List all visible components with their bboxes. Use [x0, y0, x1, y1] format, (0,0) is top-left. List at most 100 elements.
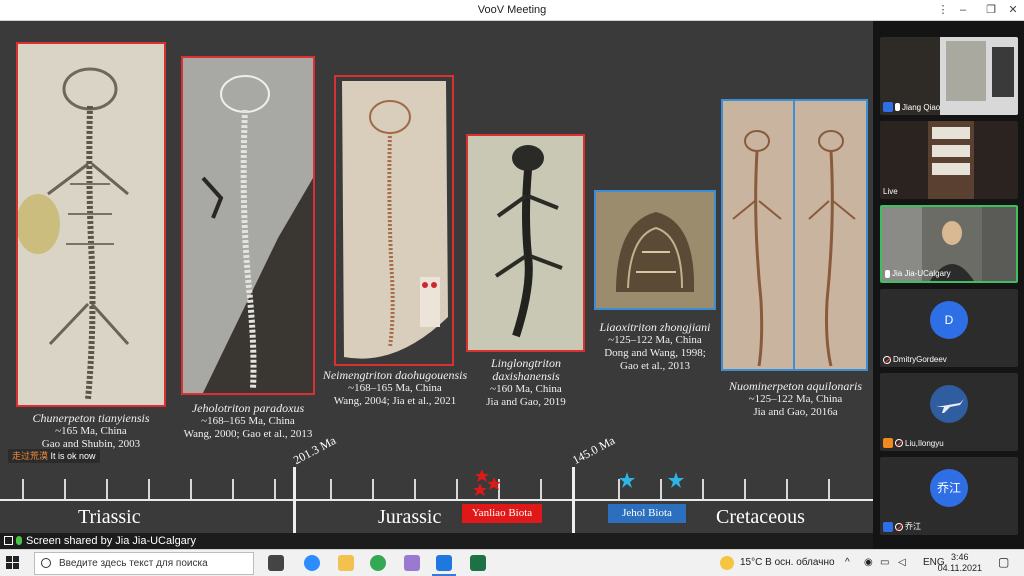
live-subtitle: 走过荒漠 It is ok now: [8, 449, 100, 463]
pin-icon[interactable]: ⋮: [934, 2, 952, 18]
participant-tile-jia-jia[interactable]: Jia Jia-UCalgary: [880, 205, 1018, 283]
timeline-tick: [786, 479, 788, 499]
participant-tile-live[interactable]: Live: [880, 121, 1018, 199]
fossil-5-ref2: Gao et al., 2013: [620, 360, 690, 372]
subtitle-text: It is ok now: [50, 451, 96, 461]
timeline-tick: [414, 479, 416, 499]
participant-name: Jiang Qiao: [902, 102, 941, 112]
minimize-icon[interactable]: –: [954, 2, 972, 18]
close-icon[interactable]: ✕: [1004, 2, 1022, 18]
timeline-tick: [148, 479, 150, 499]
paint-icon[interactable]: [404, 555, 420, 571]
timeline-tick: [744, 479, 746, 499]
airplane-icon: [936, 399, 964, 413]
jehol-biota-label: Jehol Biota: [608, 504, 686, 523]
fossil-image-jeholotriton: [181, 56, 315, 395]
fossil-6-age: ~125–122 Ma, China: [748, 393, 843, 405]
subtitle-speaker: 走过荒漠: [12, 451, 49, 461]
window-title: VooV Meeting: [477, 4, 547, 16]
mic-muted-icon: [895, 522, 903, 531]
search-placeholder: Введите здесь текст для поиска: [59, 558, 208, 569]
taskbar-clock[interactable]: 3:46 04.11.2021: [938, 552, 982, 574]
timeline-tick: [540, 479, 542, 499]
maximize-icon[interactable]: ❐: [982, 2, 1000, 18]
tray-chevron-icon[interactable]: ^: [845, 557, 850, 568]
timeline-tick: [372, 479, 374, 499]
fossil-2-age: ~168–165 Ma, China: [201, 415, 295, 427]
notifications-icon[interactable]: ▢: [998, 555, 1009, 569]
chrome-icon[interactable]: [370, 555, 386, 571]
timeline-tick: [64, 479, 66, 499]
period-cretaceous: Cretaceous: [716, 506, 805, 528]
zoom-icon[interactable]: [304, 555, 320, 571]
fossil-6-ref: Jia and Gao, 2016a: [753, 406, 838, 418]
timeline-tick: [456, 479, 458, 499]
yanliao-biota-label: Yanliao Biota: [462, 504, 542, 523]
fossil-2-species: Jeholotriton paradoxus: [191, 401, 305, 415]
fossil-image-nuominerpeton: [721, 99, 868, 371]
taskbar-search[interactable]: Введите здесь текст для поиска: [34, 552, 254, 575]
fossil-5-age: ~125–122 Ma, China: [608, 334, 702, 346]
mic-icon: [16, 536, 22, 545]
fossil-image-liaoxitriton: [594, 190, 716, 310]
fossil-6-species: Nuominerpeton aquilonaris: [728, 379, 862, 393]
tray-app-icon[interactable]: ◉: [864, 557, 873, 568]
boundary-jurassic-cretaceous: [572, 467, 575, 533]
user-icon: [883, 438, 893, 448]
share-status-text: Screen shared by Jia Jia-UCalgary: [26, 535, 196, 547]
fossil-3-species: Neimengtriton daohugouensis: [322, 368, 468, 382]
video-feed: [928, 121, 974, 199]
participant-tile-jiang-qiao[interactable]: Jiang Qiao: [880, 37, 1018, 115]
user-icon: [883, 521, 893, 532]
fossil-image-chunerpeton: [16, 42, 166, 407]
fossil-3-ref: Wang, 2004; Jia et al., 2021: [333, 395, 457, 407]
timeline-tick: [22, 479, 24, 499]
boundary-label-2: 145.0 Ma: [569, 433, 618, 468]
timeline-axis: [0, 499, 873, 501]
participant-name: Live: [883, 187, 898, 196]
participant-avatar: D: [930, 301, 968, 339]
fossil-image-neimengtriton: [334, 75, 454, 366]
clock-date: 04.11.2021: [937, 563, 982, 573]
weather-icon[interactable]: [720, 556, 734, 570]
mic-icon: [895, 103, 900, 111]
excel-icon[interactable]: [470, 555, 486, 571]
participant-tile-liu[interactable]: Liu,Ilongyu: [880, 373, 1018, 451]
participant-name: Jia Jia-UCalgary: [892, 269, 951, 278]
start-button[interactable]: [6, 556, 20, 570]
fossil-image-linglongtriton: [466, 134, 585, 352]
fossil-3-age: ~168–165 Ma, China: [348, 382, 442, 394]
screen-share-status: Screen shared by Jia Jia-UCalgary: [0, 533, 873, 549]
yanliao-star-markers: [473, 469, 501, 496]
participant-tile-dmitry[interactable]: D DmitryGordeev: [880, 289, 1018, 367]
search-icon: [41, 558, 51, 568]
participant-avatar: 乔江: [930, 469, 968, 507]
file-explorer-icon[interactable]: [338, 555, 354, 571]
fossil-2-ref: Wang, 2000; Gao et al., 2013: [183, 428, 313, 440]
volume-icon[interactable]: ◁: [898, 557, 906, 568]
participant-name: DmitryGordeev: [893, 355, 947, 364]
fossil-4-age: ~160 Ma, China: [490, 383, 562, 395]
fossil-5-species: Liaoxitriton zhongjiani: [599, 320, 711, 334]
participant-avatar-image: [930, 385, 968, 423]
period-triassic: Triassic: [78, 506, 141, 528]
mic-icon: [885, 269, 890, 278]
timeline-tick: [274, 479, 276, 499]
participant-tile-qiao-jiang[interactable]: 乔江 乔江: [880, 457, 1018, 535]
fossil-4-ref: Jia and Gao, 2019: [486, 396, 566, 408]
timeline-tick: [330, 479, 332, 499]
shared-screen: Chunerpeton tianyiensis ~165 Ma, China G…: [0, 21, 873, 533]
timeline-tick: [106, 479, 108, 499]
timeline-tick: [190, 479, 192, 499]
network-icon[interactable]: ▭: [880, 557, 889, 568]
share-screen-icon: [4, 536, 13, 545]
timeline-tick: [232, 479, 234, 499]
windows-taskbar: Введите здесь текст для поиска 15°C В ос…: [0, 549, 1024, 576]
boundary-triassic-jurassic: [293, 467, 296, 533]
fossil-1-age: ~165 Ma, China: [55, 425, 127, 437]
task-view-icon[interactable]: [268, 555, 284, 571]
jehol-star-markers: [619, 472, 684, 488]
window-titlebar: VooV Meeting ⋮ – ❐ ✕: [0, 0, 1024, 21]
voov-icon[interactable]: [436, 555, 452, 571]
weather-text[interactable]: 15°C В осн. облачно: [740, 557, 835, 568]
